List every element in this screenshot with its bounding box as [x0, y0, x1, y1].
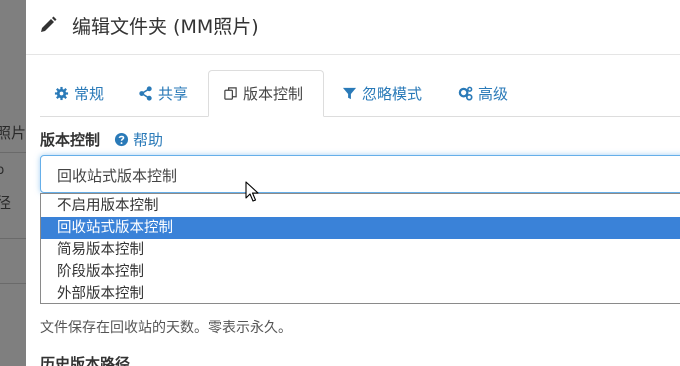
- option-trash-can-versioning[interactable]: 回收站式版本控制: [41, 217, 680, 239]
- background-text: 径: [0, 194, 12, 212]
- tab-versioning[interactable]: 版本控制: [208, 70, 324, 117]
- background-text: p: [0, 163, 5, 178]
- cogs-icon: [458, 86, 473, 101]
- dialog-header: 编辑文件夹 (MM照片): [26, 0, 680, 55]
- background-divider: [0, 283, 26, 284]
- pencil-icon: [41, 16, 57, 32]
- versioning-select[interactable]: 回收站式版本控制: [40, 155, 680, 193]
- tab-bar: 常规 共享 版本控制 忽略模式 高级: [40, 70, 680, 117]
- help-link[interactable]: 帮助: [114, 129, 163, 150]
- gear-icon: [54, 86, 69, 100]
- tab-ignore-patterns[interactable]: 忽略模式: [328, 70, 436, 116]
- versioning-label-row: 版本控制 帮助: [40, 128, 163, 150]
- option-simple-versioning[interactable]: 简易版本控制: [41, 239, 680, 261]
- edit-folder-dialog: 编辑文件夹 (MM照片) 常规 共享 版本控制 忽略模式 高级 版本控制 帮助 …: [26, 0, 680, 366]
- help-label: 帮助: [133, 130, 164, 149]
- tab-general[interactable]: 常规: [40, 70, 118, 116]
- tab-advanced[interactable]: 高级: [444, 70, 522, 116]
- tab-label: 忽略模式: [362, 84, 423, 103]
- versioning-selected-value: 回收站式版本控制: [57, 167, 178, 185]
- option-staggered-versioning[interactable]: 阶段版本控制: [41, 261, 680, 283]
- tab-label: 高级: [478, 84, 509, 103]
- versioning-dropdown-list: 不启用版本控制 回收站式版本控制 简易版本控制 阶段版本控制 外部版本控制: [40, 193, 680, 304]
- mouse-cursor-icon: [245, 181, 259, 202]
- filter-icon: [342, 87, 357, 99]
- copy-icon: [224, 87, 237, 100]
- background-page: 照片 p 径: [0, 0, 26, 366]
- background-divider: [0, 152, 26, 153]
- tab-label: 常规: [74, 84, 105, 103]
- option-external-versioning[interactable]: 外部版本控制: [41, 283, 680, 305]
- tab-label: 版本控制: [243, 85, 304, 103]
- background-divider: [0, 238, 26, 239]
- versions-path-label: 历史版本路径: [40, 355, 131, 366]
- share-icon: [139, 85, 152, 101]
- question-circle-icon: [114, 132, 129, 146]
- option-no-versioning[interactable]: 不启用版本控制: [41, 195, 680, 217]
- background-text: 照片: [0, 124, 26, 142]
- dialog-title: 编辑文件夹 (MM照片): [72, 16, 259, 38]
- versioning-help-text: 文件保存在回收站的天数。零表示永久。: [40, 320, 292, 336]
- tab-sharing[interactable]: 共享: [124, 70, 202, 116]
- versioning-label: 版本控制: [40, 130, 101, 149]
- tab-label: 共享: [158, 84, 189, 103]
